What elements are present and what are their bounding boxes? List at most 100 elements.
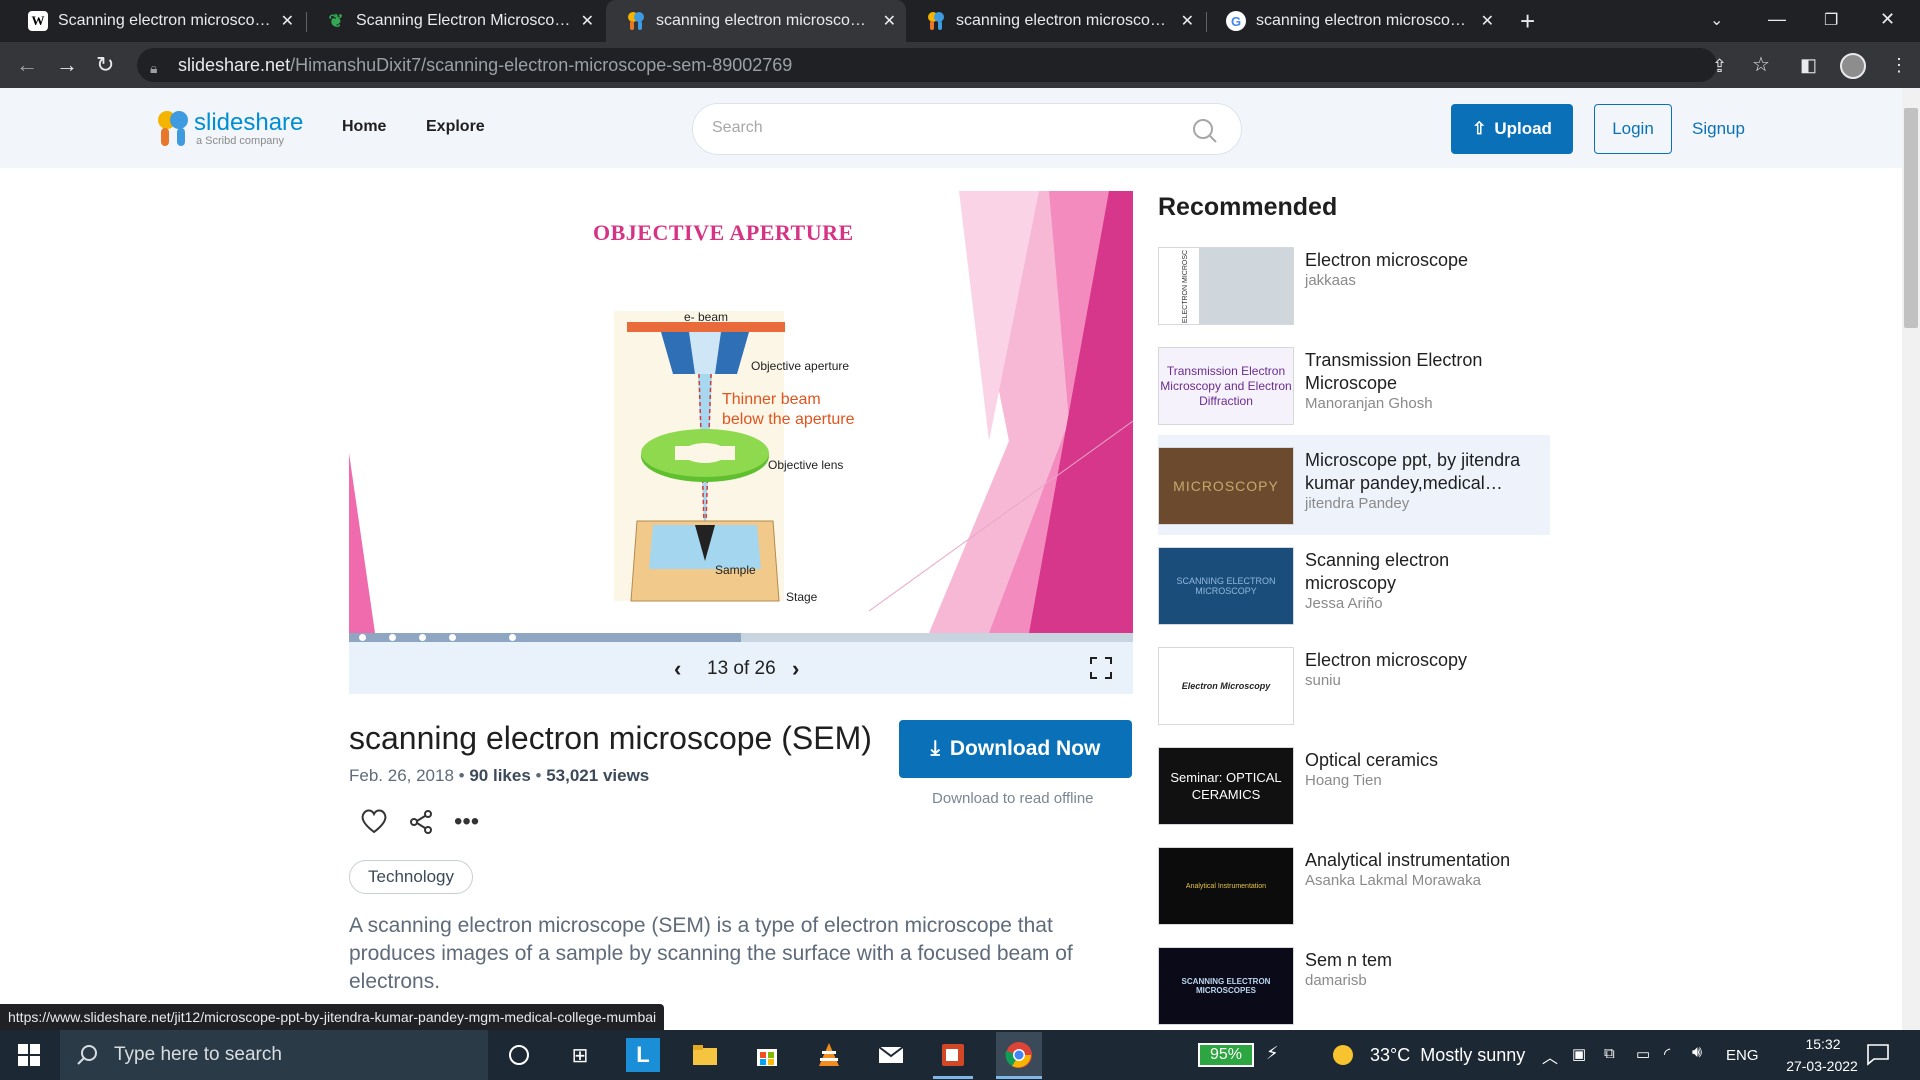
show-hidden-icons-icon[interactable]: ︿	[1542, 1044, 1558, 1068]
powerpoint-icon[interactable]	[936, 1038, 970, 1072]
back-button[interactable]: ←	[16, 54, 38, 76]
chrome-taskbar-icon[interactable]	[996, 1032, 1042, 1078]
tray-device-icon[interactable]: ▣	[1572, 1045, 1586, 1063]
recommended-title[interactable]: Analytical instrumentation	[1305, 849, 1545, 872]
wifi-icon[interactable]: ◜	[1664, 1044, 1670, 1064]
download-now-button[interactable]: ⤓ Download Now	[899, 720, 1132, 778]
windows-start-icon[interactable]	[12, 1038, 46, 1072]
clock-time[interactable]: 15:32	[1788, 1036, 1858, 1052]
cortana-icon[interactable]	[502, 1038, 536, 1072]
new-tab-button[interactable]: +	[1520, 8, 1535, 34]
recommended-title[interactable]: Sem n tem	[1305, 949, 1545, 972]
tray-meet-icon[interactable]: ⧉	[1604, 1045, 1615, 1062]
app-l-icon[interactable]: L	[626, 1038, 660, 1072]
battery-icon[interactable]: ▭	[1636, 1045, 1650, 1063]
browser-tab-3-active[interactable]: scanning electron microscope (SE ✕	[606, 0, 906, 42]
minimize-button[interactable]: —	[1768, 8, 1786, 30]
recommended-title[interactable]: Microscope ppt, by jitendra kumar pandey…	[1305, 449, 1545, 495]
mail-icon[interactable]	[874, 1038, 908, 1072]
slideshare-favicon-icon	[626, 11, 646, 31]
volume-icon[interactable]: 🔊︎	[1692, 1044, 1702, 1062]
like-heart-icon[interactable]	[360, 808, 388, 839]
slide-label-thinner-1: Thinner beam	[722, 391, 821, 408]
reload-button[interactable]: ↻	[96, 54, 114, 76]
recommended-heading: Recommended	[1158, 193, 1338, 221]
views-count: 53,021 views	[546, 766, 650, 785]
slide-label-ebeam: e- beam	[684, 310, 729, 324]
slideshare-logo-icon[interactable]	[156, 108, 190, 153]
recommended-title[interactable]: Optical ceramics	[1305, 749, 1545, 772]
share-icon[interactable]: ⇪	[1712, 55, 1727, 77]
recommended-title[interactable]: Scanning electron microscopy	[1305, 549, 1545, 595]
share-icon[interactable]	[408, 809, 434, 840]
recommended-author: suniu	[1305, 672, 1341, 689]
weather-text[interactable]: 33°C Mostly sunny	[1370, 1045, 1525, 1066]
search-icon[interactable]	[1192, 118, 1218, 149]
recommended-author: Jessa Ariño	[1305, 595, 1383, 612]
recommended-author: Hoang Tien	[1305, 772, 1382, 789]
taskbar-search-box[interactable]: Type here to search	[60, 1030, 488, 1080]
download-subtext: Download to read offline	[932, 790, 1094, 807]
recommended-title[interactable]: Transmission Electron Microscope	[1305, 349, 1545, 395]
slide-label-lens: Objective lens	[768, 458, 844, 472]
recommended-author: Asanka Lakmal Morawaka	[1305, 872, 1481, 889]
upload-button[interactable]: ⇧ Upload	[1451, 104, 1573, 154]
recommended-item[interactable]: Analytical Instrumentation Analytical in…	[1158, 835, 1550, 935]
task-view-icon[interactable]: ⊞	[563, 1038, 597, 1072]
recommended-item[interactable]: Seminar: OPTICAL CERAMICS Optical cerami…	[1158, 735, 1550, 835]
search-input[interactable]	[692, 103, 1242, 155]
recommended-author: jakkaas	[1305, 272, 1356, 289]
active-app-indicator	[996, 1076, 1042, 1079]
next-slide-icon[interactable]: ›	[792, 656, 799, 682]
notifications-icon[interactable]	[1866, 1042, 1890, 1071]
close-tab-icon[interactable]: ✕	[281, 11, 294, 31]
nav-explore[interactable]: Explore	[426, 118, 485, 136]
microsoft-store-icon[interactable]	[750, 1038, 784, 1072]
recommended-title[interactable]: Electron microscopy	[1305, 649, 1545, 672]
close-tab-icon[interactable]: ✕	[1181, 11, 1194, 31]
vlc-icon[interactable]	[812, 1038, 846, 1072]
scrollbar-thumb[interactable]	[1904, 108, 1918, 328]
language-indicator[interactable]: ENG	[1726, 1047, 1759, 1064]
recommended-item[interactable]: ELECTRON MICROSC Electron microscope jak…	[1158, 235, 1550, 335]
side-panel-icon[interactable]: ◧	[1800, 54, 1817, 76]
close-tab-icon[interactable]: ✕	[581, 11, 594, 31]
plug-icon: ⚡︎	[1266, 1043, 1279, 1063]
leaf-icon: ❦	[328, 10, 344, 31]
file-explorer-icon[interactable]	[688, 1038, 722, 1072]
lock-icon[interactable]: 🔒︎	[150, 57, 157, 79]
close-tab-icon[interactable]: ✕	[1481, 11, 1494, 31]
signup-link[interactable]: Signup	[1692, 119, 1745, 139]
browser-tab-5[interactable]: G scanning electron microscope - G ✕	[1206, 0, 1504, 42]
link-status-bubble: https://www.slideshare.net/jit12/microsc…	[0, 1004, 665, 1030]
restore-button[interactable]: ❐	[1824, 10, 1838, 32]
logo-wordmark[interactable]: slideshare	[194, 109, 303, 137]
tab-search-icon[interactable]: ⌄	[1710, 10, 1723, 32]
profile-avatar[interactable]	[1840, 53, 1866, 79]
clock-date[interactable]: 27-03-2022	[1772, 1058, 1872, 1074]
browser-tab-1[interactable]: W Scanning electron microscope - V ✕	[8, 0, 304, 42]
recommended-item[interactable]: SCANNING ELECTRON MICROSCOPES Sem n tem …	[1158, 935, 1550, 1025]
fullscreen-icon[interactable]	[1090, 657, 1112, 684]
browser-tab-2[interactable]: ❦ Scanning Electron Microscopy (SE ✕	[306, 0, 604, 42]
recommended-item[interactable]: Transmission Electron Microscopy and Ele…	[1158, 335, 1550, 435]
bookmark-star-icon[interactable]: ☆	[1752, 54, 1770, 76]
login-button[interactable]: Login	[1594, 104, 1672, 154]
weather-sun-icon[interactable]	[1330, 1042, 1356, 1073]
recommended-title[interactable]: Electron microscope	[1305, 249, 1545, 272]
close-window-button[interactable]: ✕	[1880, 8, 1895, 30]
tag-technology[interactable]: Technology	[349, 860, 474, 894]
recommended-thumbnail: Analytical Instrumentation	[1158, 847, 1294, 925]
recommended-item-hovered[interactable]: MICROSCOPY Microscope ppt, by jitendra k…	[1158, 435, 1550, 535]
recommended-item[interactable]: Electron Microscopy Electron microscopy …	[1158, 635, 1550, 735]
previous-slide-icon[interactable]: ‹	[674, 656, 681, 682]
forward-button[interactable]: →	[56, 54, 78, 76]
close-tab-icon[interactable]: ✕	[883, 11, 896, 31]
battery-percentage[interactable]: 95%	[1198, 1043, 1254, 1067]
slide-label-stage: Stage	[786, 590, 818, 604]
nav-home[interactable]: Home	[342, 118, 386, 136]
recommended-item[interactable]: SCANNING ELECTRON MICROSCOPY Scanning el…	[1158, 535, 1550, 635]
more-options-icon[interactable]: •••	[454, 808, 479, 836]
browser-tab-4[interactable]: scanning electron microscope (SE ✕	[906, 0, 1204, 42]
menu-kebab-icon[interactable]: ⋮	[1890, 54, 1908, 76]
